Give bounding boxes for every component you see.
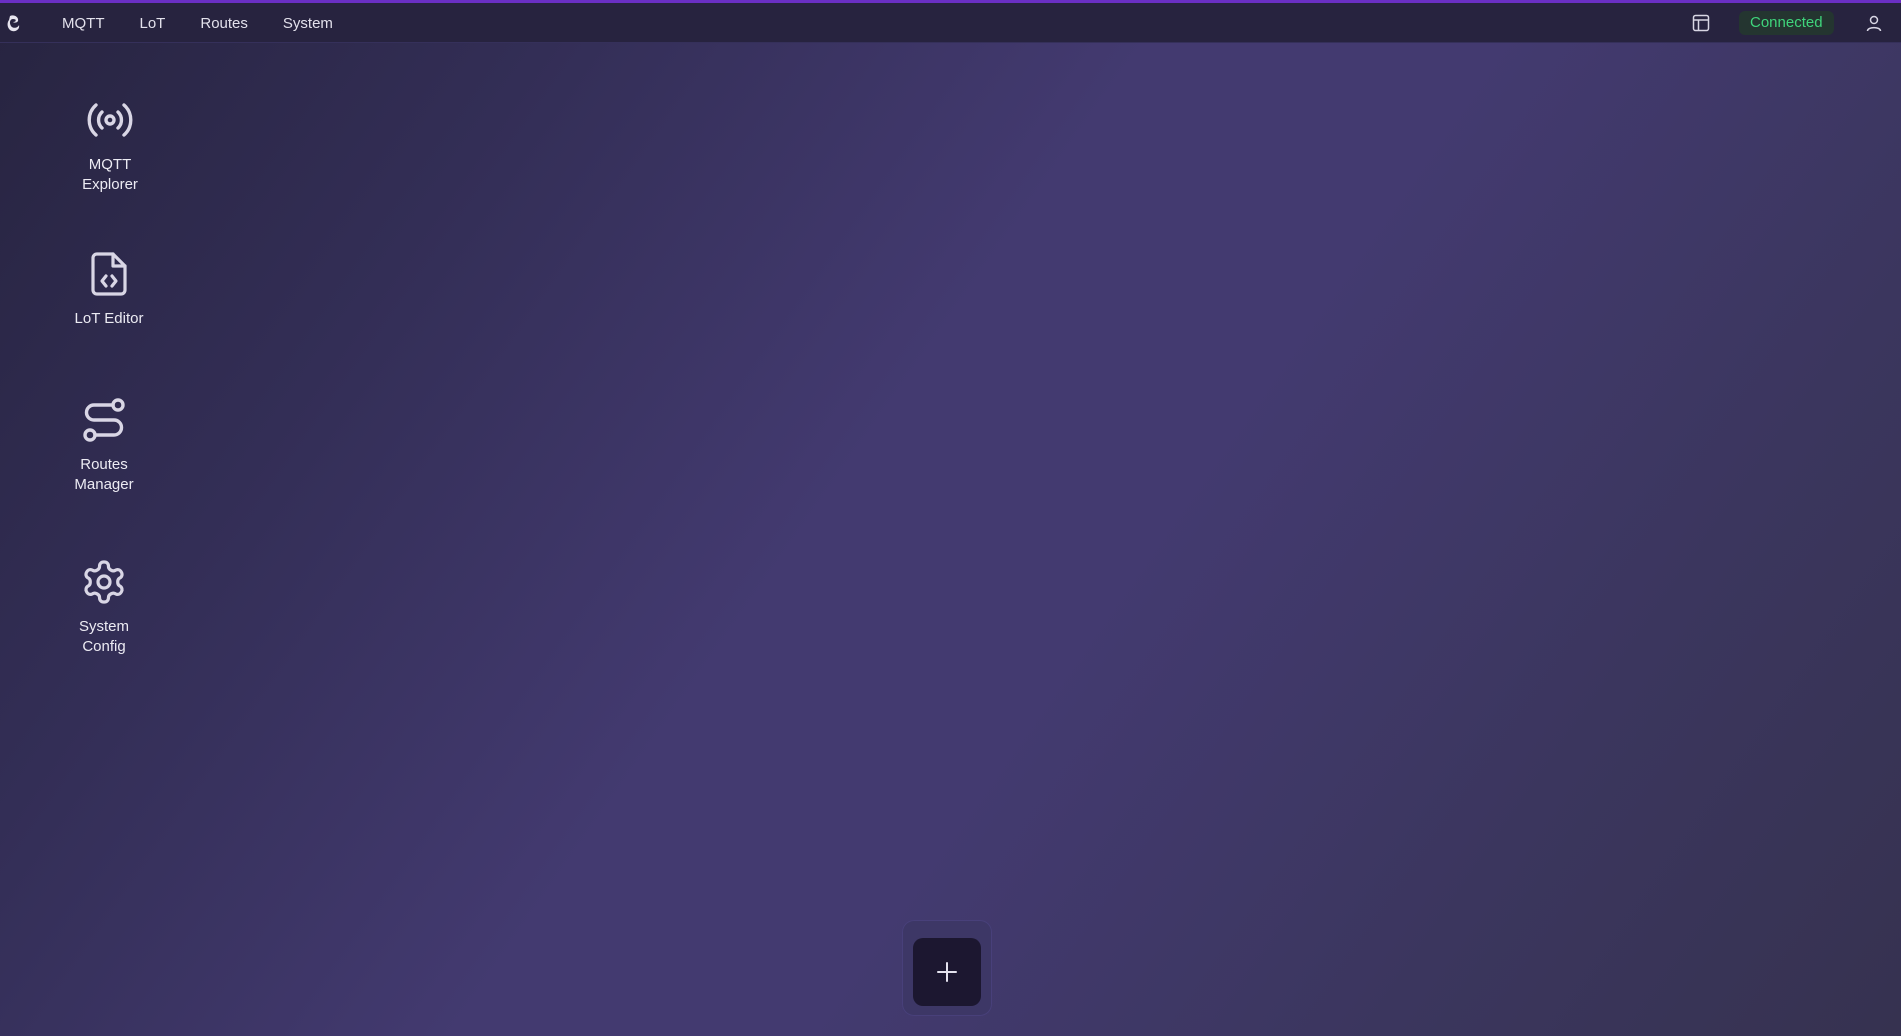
main-nav: MQTT LoT Routes System [62, 3, 368, 43]
desktop-icon-routes-manager[interactable]: Routes Manager [49, 396, 159, 495]
file-code-icon [91, 252, 127, 296]
broadcast-icon [87, 103, 133, 137]
dock [902, 920, 992, 1016]
gear-icon [84, 560, 124, 604]
desktop-icon-system-config[interactable]: System Config [49, 558, 159, 657]
desktop-icon-label: System Config [78, 618, 129, 655]
add-app-button[interactable] [913, 938, 981, 1006]
connection-status-badge: Connected [1739, 11, 1834, 35]
route-icon [83, 398, 125, 442]
desktop-icon-label: LoT Editor [74, 310, 144, 327]
nav-item-mqtt[interactable]: MQTT [62, 15, 105, 32]
desktop-icon-mqtt-explorer[interactable]: MQTT Explorer [55, 96, 165, 195]
app-logo-icon[interactable] [7, 14, 21, 32]
desktop-icon-lot-editor[interactable]: LoT Editor [54, 250, 164, 329]
user-icon[interactable] [1865, 14, 1883, 32]
top-menu-bar: MQTT LoT Routes System Connected [0, 3, 1901, 43]
plus-icon [937, 962, 957, 982]
desktop-icon-label: Routes Manager [74, 456, 134, 493]
desktop-icon-label: MQTT Explorer [82, 156, 138, 193]
nav-item-routes[interactable]: Routes [200, 15, 248, 32]
nav-item-lot[interactable]: LoT [140, 15, 166, 32]
layout-icon[interactable] [1692, 14, 1710, 32]
nav-item-system[interactable]: System [283, 15, 333, 32]
